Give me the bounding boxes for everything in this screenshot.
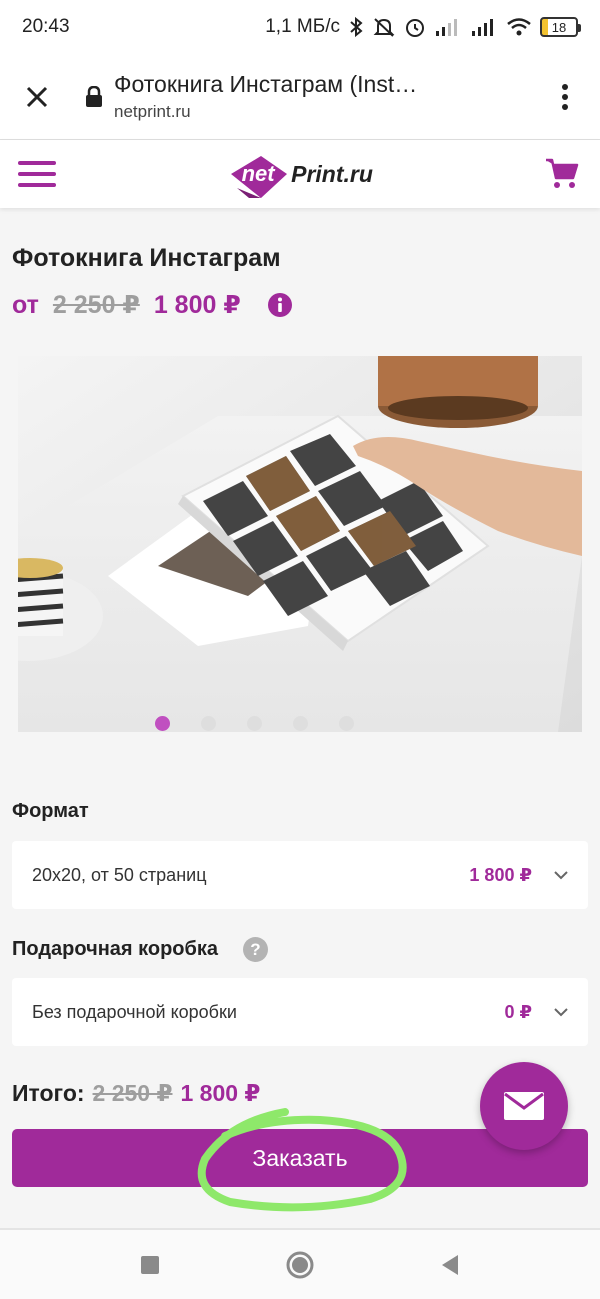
price-old: 2 250 ₽ [52, 291, 140, 319]
mail-icon [504, 1092, 544, 1120]
back-triangle-icon [442, 1254, 458, 1275]
page-url: netprint.ru [114, 102, 191, 121]
total-new-price: 1 800 ₽ [180, 1080, 261, 1106]
total-row: Итого: 2 250 ₽ 1 800 ₽ [12, 1080, 260, 1107]
gallery-dot-4[interactable] [293, 716, 308, 731]
total-label: Итого: [12, 1080, 85, 1106]
recents-button[interactable] [130, 1245, 170, 1285]
home-button[interactable] [280, 1245, 320, 1285]
cart-icon [546, 158, 579, 188]
system-nav-bar [0, 1230, 600, 1299]
signal-icon [434, 17, 462, 37]
cart-button[interactable] [542, 154, 582, 194]
address-bar[interactable]: Фотокнига Инстаграм (Inst… netprint.ru [114, 71, 530, 122]
network-speed: 1,1 МБ/с [265, 16, 340, 37]
mute-icon [372, 16, 396, 38]
gallery-dot-1[interactable] [155, 716, 170, 731]
close-tab-button[interactable] [0, 54, 74, 140]
bluetooth-icon [348, 16, 364, 38]
gift-box-price: 0 ₽ [504, 1001, 532, 1022]
site-header: net Print.ru [0, 140, 600, 208]
format-label: Формат [12, 800, 89, 822]
price-new: 1 800 ₽ [153, 291, 241, 319]
more-options-button[interactable] [530, 54, 600, 140]
help-icon[interactable]: ? [243, 937, 268, 962]
gift-box-select[interactable]: Без подарочной коробки 0 ₽ [12, 978, 588, 1046]
price-from-label: от [12, 290, 39, 319]
product-title: Фотокнига Инстаграм [12, 244, 281, 272]
chevron-down-icon [554, 1007, 568, 1016]
chevron-down-icon [554, 870, 568, 879]
contact-mail-button[interactable] [480, 1062, 568, 1150]
home-circle-icon [286, 1251, 314, 1278]
battery-icon: 18 [540, 17, 581, 37]
close-icon [26, 86, 48, 107]
status-icons: 1,1 МБ/с 18 [265, 16, 581, 38]
logo-print-text: Print.ru [291, 160, 373, 187]
gallery-dot-5[interactable] [339, 716, 354, 731]
back-button[interactable] [430, 1245, 470, 1285]
logo-badge: net [227, 154, 289, 198]
price-row: от 2 250 ₽ 1 800 ₽ [12, 290, 293, 320]
hamburger-icon [18, 161, 56, 187]
product-photo [18, 356, 582, 732]
info-icon[interactable] [267, 292, 293, 318]
gift-box-label: Подарочная коробка [12, 938, 219, 960]
logo-net-text: net [241, 161, 275, 186]
status-time: 20:43 [22, 16, 70, 37]
page-title: Фотокнига Инстаграм (Inst… [114, 71, 418, 97]
alarm-icon [404, 16, 426, 38]
signal-icon-2 [470, 17, 498, 37]
gallery-dot-2[interactable] [201, 716, 216, 731]
more-vert-icon [562, 83, 568, 110]
total-old-price: 2 250 ₽ [92, 1080, 173, 1106]
format-select[interactable]: 20x20, от 50 страниц 1 800 ₽ [12, 841, 588, 909]
menu-button[interactable] [18, 154, 58, 194]
wifi-icon [506, 17, 532, 37]
format-price: 1 800 ₽ [469, 864, 532, 885]
lock-icon[interactable] [74, 85, 114, 108]
status-bar: 20:43 1,1 МБ/с 18 [0, 0, 600, 54]
square-icon [141, 1255, 159, 1274]
format-value: 20x20, от 50 страниц [32, 864, 207, 885]
browser-toolbar: Фотокнига Инстаграм (Inst… netprint.ru [0, 54, 600, 140]
product-gallery[interactable] [18, 356, 582, 732]
gallery-dot-3[interactable] [247, 716, 262, 731]
site-logo[interactable]: net Print.ru [227, 149, 373, 199]
gift-box-value: Без подарочной коробки [32, 1001, 237, 1022]
